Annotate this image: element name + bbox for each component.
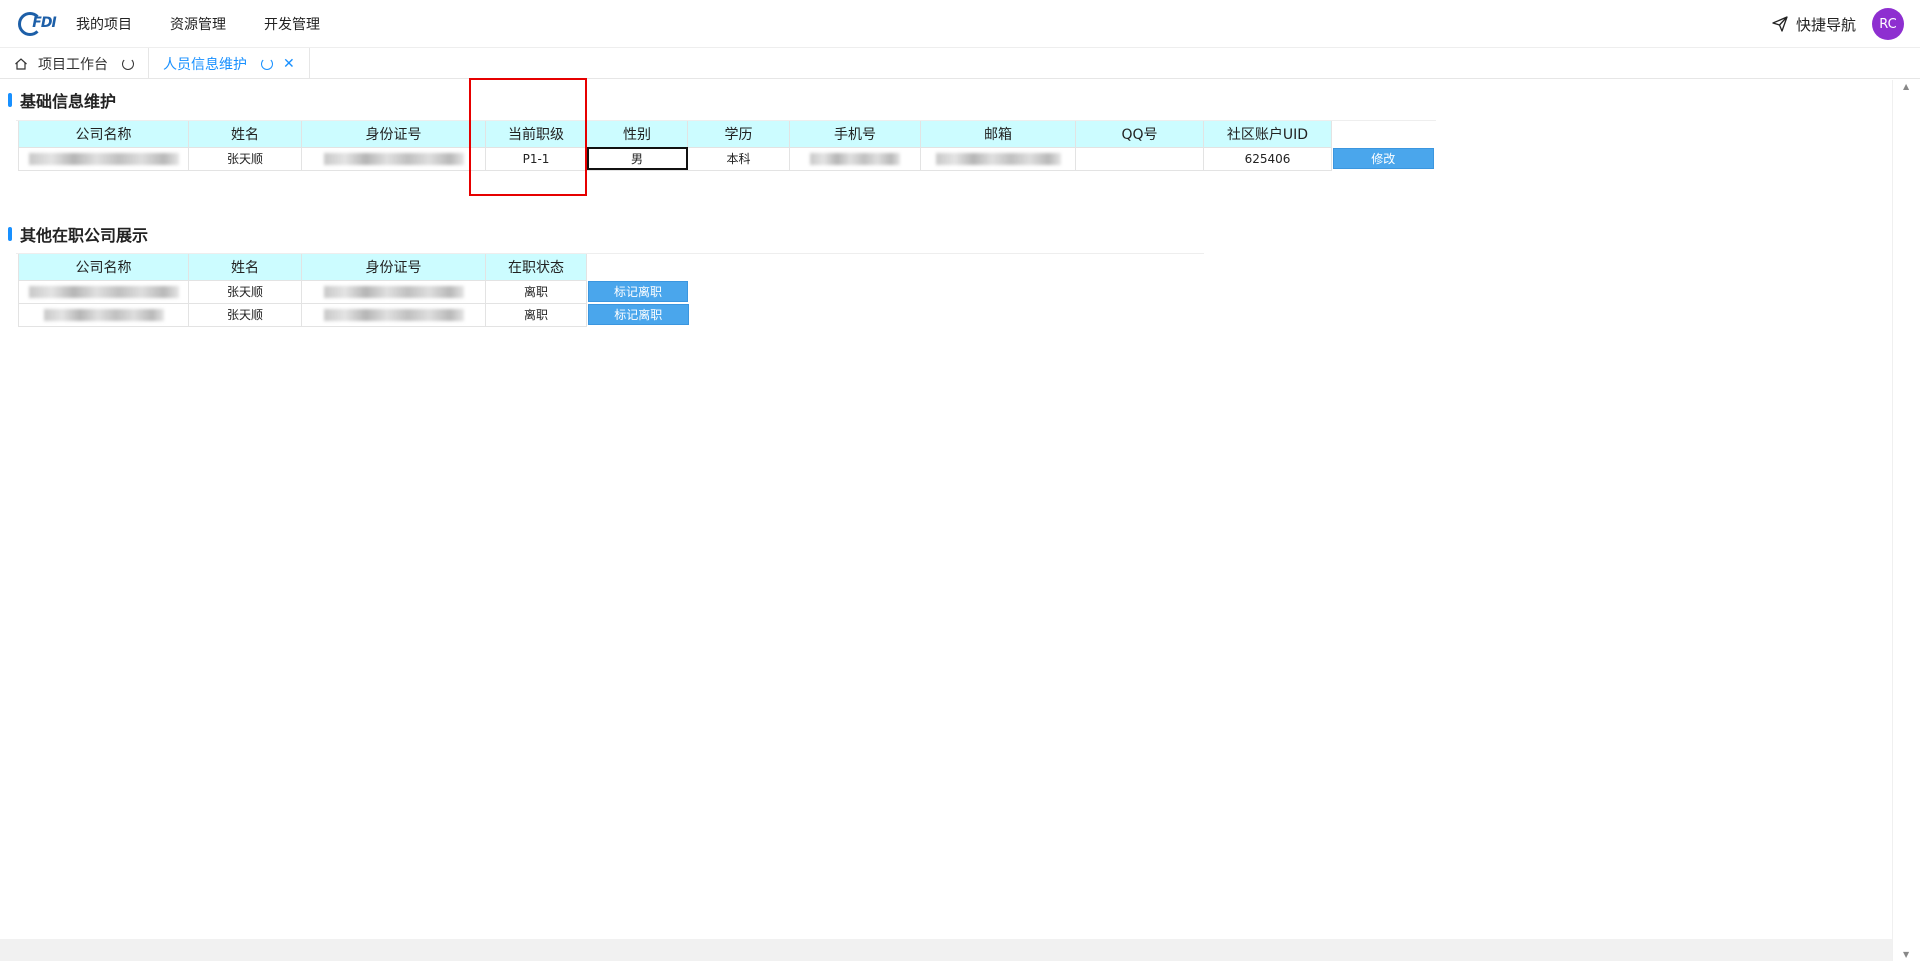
section-title-other-companies: 其他在职公司展示 [8, 222, 148, 246]
tab-label: 项目工作台 [38, 56, 108, 73]
col-header-company: 公司名称 [18, 121, 189, 148]
menu-item-my-projects[interactable]: 我的项目 [76, 14, 132, 34]
col-header-uid: 社区账户UID [1203, 121, 1332, 148]
menu-item-dev-management[interactable]: 开发管理 [264, 14, 320, 34]
redacted-value [28, 153, 179, 165]
cell-company[interactable] [18, 302, 189, 327]
vertical-scrollbar[interactable]: ▲ ▼ [1892, 80, 1920, 961]
col-header-phone: 手机号 [789, 121, 921, 148]
col-header-id-number: 身份证号 [301, 121, 486, 148]
home-icon [14, 57, 28, 71]
cell-status[interactable]: 离职 [485, 302, 587, 327]
col-header-qq: QQ号 [1075, 121, 1204, 148]
cell-gender[interactable]: 男 [586, 146, 688, 171]
basic-info-table: 公司名称 姓名 身份证号 当前职级 性别 学历 手机号 邮箱 QQ号 社区账户U… [18, 121, 1434, 171]
redacted-value [810, 153, 900, 165]
quick-nav-button[interactable]: 快捷导航 [1772, 0, 1856, 48]
cell-email[interactable] [920, 146, 1076, 171]
section-title-text: 其他在职公司展示 [20, 226, 149, 245]
col-header-email: 邮箱 [920, 121, 1076, 148]
tab-bar: 项目工作台 人员信息维护 ✕ [0, 48, 1920, 79]
table-header-row: 公司名称 姓名 身份证号 在职状态 [18, 254, 689, 281]
horizontal-scrollbar[interactable] [0, 939, 1892, 961]
col-header-action [587, 254, 689, 280]
redacted-value [323, 286, 464, 298]
redacted-value [323, 153, 464, 165]
cell-qq[interactable] [1075, 146, 1204, 171]
col-header-status: 在职状态 [485, 254, 587, 281]
tab-project-workbench[interactable]: 项目工作台 [0, 48, 149, 79]
quick-nav-label: 快捷导航 [1795, 15, 1856, 34]
menu-item-resource-management[interactable]: 资源管理 [170, 14, 226, 34]
user-avatar[interactable]: RC [1872, 8, 1904, 40]
scroll-up-arrow[interactable]: ▲ [1903, 82, 1909, 91]
cell-name[interactable]: 张天顺 [188, 302, 302, 327]
section-marker [8, 93, 12, 107]
cell-action: 修改 [1332, 147, 1434, 170]
table-row: 张天顺 P1-1 男 本科 625406 修改 [18, 146, 1434, 171]
cell-education[interactable]: 本科 [687, 146, 790, 171]
col-header-company: 公司名称 [18, 254, 189, 281]
table-row: 张天顺 离职 标记离职 [18, 302, 689, 327]
section-marker [8, 227, 12, 241]
col-header-name: 姓名 [188, 254, 302, 281]
col-header-gender: 性别 [586, 121, 688, 148]
top-navbar: FDI 我的项目 资源管理 开发管理 快捷导航 RC [0, 0, 1920, 48]
cell-id-number[interactable] [301, 279, 486, 304]
close-icon[interactable]: ✕ [283, 57, 295, 71]
main-menu: 我的项目 资源管理 开发管理 [76, 0, 358, 48]
section-title-text: 基础信息维护 [20, 92, 117, 111]
table-header-row: 公司名称 姓名 身份证号 当前职级 性别 学历 手机号 邮箱 QQ号 社区账户U… [18, 121, 1434, 148]
redacted-value [323, 309, 464, 321]
redacted-value [43, 309, 164, 321]
col-header-name: 姓名 [188, 121, 302, 148]
mark-resigned-button[interactable]: 标记离职 [588, 304, 689, 325]
redacted-value [28, 286, 179, 298]
app-logo[interactable]: FDI [18, 12, 57, 36]
tab-personnel-info[interactable]: 人员信息维护 ✕ [149, 48, 310, 79]
edit-button[interactable]: 修改 [1333, 148, 1434, 169]
cell-name[interactable]: 张天顺 [188, 146, 302, 171]
redacted-value [935, 153, 1061, 165]
cell-id-number[interactable] [301, 302, 486, 327]
refresh-icon[interactable] [122, 57, 134, 70]
mark-resigned-button[interactable]: 标记离职 [588, 281, 688, 302]
col-header-id-number: 身份证号 [301, 254, 486, 281]
tab-label: 人员信息维护 [163, 56, 247, 73]
col-header-education: 学历 [687, 121, 790, 148]
scroll-down-arrow[interactable]: ▼ [1903, 950, 1909, 959]
cell-action: 标记离职 [587, 280, 689, 303]
table-row: 张天顺 离职 标记离职 [18, 279, 689, 304]
other-companies-table: 公司名称 姓名 身份证号 在职状态 张天顺 离职 标记离职 张天顺 离职 标记离… [18, 254, 689, 327]
cell-action: 标记离职 [587, 303, 689, 326]
logo-text: FDI [32, 15, 56, 31]
cell-company[interactable] [18, 146, 189, 171]
col-header-action [1332, 121, 1434, 147]
cell-uid[interactable]: 625406 [1203, 146, 1332, 171]
cell-id-number[interactable] [301, 146, 486, 171]
cell-name[interactable]: 张天顺 [188, 279, 302, 304]
cell-status[interactable]: 离职 [485, 279, 587, 304]
cell-level[interactable]: P1-1 [485, 146, 587, 171]
cell-company[interactable] [18, 279, 189, 304]
col-header-level: 当前职级 [485, 121, 587, 148]
refresh-icon[interactable] [261, 57, 273, 70]
section-title-basic-info: 基础信息维护 [8, 88, 116, 112]
send-icon [1772, 16, 1788, 32]
cell-phone[interactable] [789, 146, 921, 171]
